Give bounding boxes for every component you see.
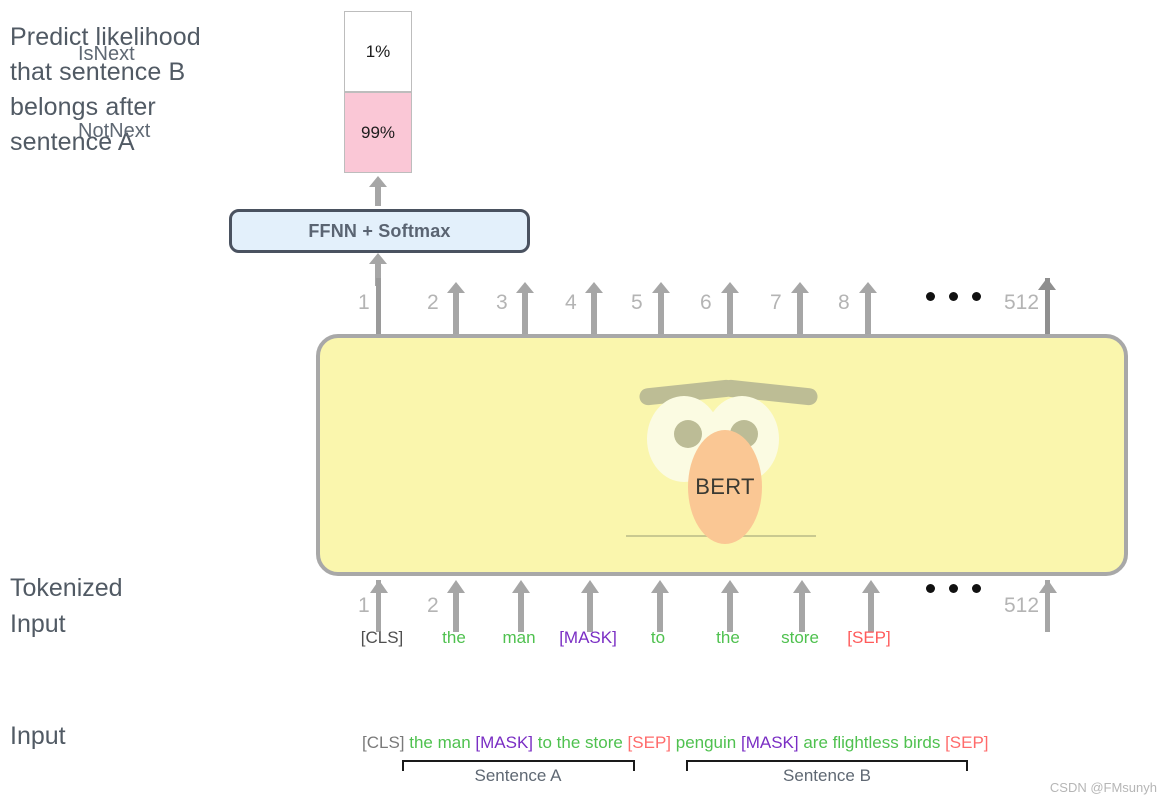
output-index-label: 3 bbox=[496, 291, 508, 315]
input-sentence-segment: penguin bbox=[676, 733, 741, 752]
input-arrow bbox=[581, 580, 599, 632]
input-sentence-segment: [SEP] bbox=[945, 733, 988, 752]
ellipsis-input bbox=[926, 584, 981, 593]
output-index-label: 2 bbox=[427, 291, 439, 315]
input-index-label: 2 bbox=[427, 594, 439, 618]
output-arrow bbox=[721, 282, 739, 336]
row-label-input: Input bbox=[10, 718, 66, 754]
output-arrow bbox=[859, 282, 877, 336]
output-connector-512 bbox=[1045, 278, 1050, 336]
token-mask: [MASK] bbox=[559, 628, 617, 648]
prob-label-isnext: IsNext bbox=[78, 43, 135, 66]
row-label-tokenized-input: Tokenized Input bbox=[10, 570, 123, 642]
bracket-label-sentence-a: Sentence A bbox=[475, 766, 562, 786]
page-title: Predict likelihood that sentence B belon… bbox=[10, 20, 330, 160]
probability-bar: 1% 99% bbox=[344, 11, 412, 173]
input-sentence-segment: [MASK] bbox=[475, 733, 537, 752]
input-arrow bbox=[447, 580, 465, 632]
output-arrow bbox=[652, 282, 670, 336]
token-special: [CLS] bbox=[361, 628, 404, 648]
pupil-left-icon bbox=[674, 420, 702, 448]
input-index-label: 512 bbox=[1004, 594, 1039, 618]
token-word: to bbox=[651, 628, 665, 648]
input-sentence: [CLS] the man [MASK] to the store [SEP] … bbox=[362, 733, 989, 753]
input-arrow bbox=[721, 580, 739, 632]
bert-mascot: BERT bbox=[320, 338, 1124, 572]
input-sentence-segment: to the store bbox=[538, 733, 628, 752]
input-sentence-segment: the man bbox=[409, 733, 475, 752]
bert-model-box: BERT bbox=[316, 334, 1128, 576]
token-sep: [SEP] bbox=[847, 628, 890, 648]
token-word: man bbox=[502, 628, 535, 648]
output-connector-1 bbox=[376, 278, 381, 336]
input-arrow bbox=[862, 580, 880, 632]
ellipsis-output bbox=[926, 292, 981, 301]
prob-cell-notnext: 99% bbox=[344, 92, 412, 173]
input-index-label: 1 bbox=[358, 594, 370, 618]
input-sentence-segment: are flightless birds bbox=[803, 733, 945, 752]
prob-value-isnext: 1% bbox=[366, 42, 391, 62]
input-arrow bbox=[512, 580, 530, 632]
output-arrow bbox=[585, 282, 603, 336]
output-index-label: 6 bbox=[700, 291, 712, 315]
input-connector-1 bbox=[376, 580, 381, 632]
output-index-label: 512 bbox=[1004, 291, 1039, 315]
prob-cell-isnext: 1% bbox=[344, 11, 412, 92]
input-sentence-segment: [SEP] bbox=[628, 733, 676, 752]
token-word: store bbox=[781, 628, 819, 648]
bert-nose-icon: BERT bbox=[688, 430, 762, 544]
output-index-label: 4 bbox=[565, 291, 577, 315]
input-sentence-segment: [MASK] bbox=[741, 733, 803, 752]
output-index-label: 1 bbox=[358, 291, 370, 315]
output-index-label: 5 bbox=[631, 291, 643, 315]
prob-value-notnext: 99% bbox=[361, 123, 395, 143]
bert-model-label: BERT bbox=[695, 474, 754, 500]
input-arrow bbox=[651, 580, 669, 632]
ffnn-label: FFNN + Softmax bbox=[308, 221, 450, 242]
prob-label-notnext: NotNext bbox=[78, 120, 150, 143]
arrow-ffnn-to-probability bbox=[369, 176, 387, 206]
output-position-row bbox=[0, 278, 1165, 338]
output-arrow bbox=[516, 282, 534, 336]
input-arrow bbox=[793, 580, 811, 632]
ffnn-softmax-box: FFNN + Softmax bbox=[229, 209, 530, 253]
output-arrow bbox=[447, 282, 465, 336]
bracket-label-sentence-b: Sentence B bbox=[783, 766, 871, 786]
token-word: the bbox=[716, 628, 740, 648]
output-arrow bbox=[791, 282, 809, 336]
input-sentence-segment: [CLS] bbox=[362, 733, 409, 752]
output-index-label: 7 bbox=[770, 291, 782, 315]
watermark: CSDN @FMsunyh bbox=[1050, 780, 1157, 795]
output-index-label: 8 bbox=[838, 291, 850, 315]
token-word: the bbox=[442, 628, 466, 648]
input-connector-512 bbox=[1045, 580, 1050, 632]
